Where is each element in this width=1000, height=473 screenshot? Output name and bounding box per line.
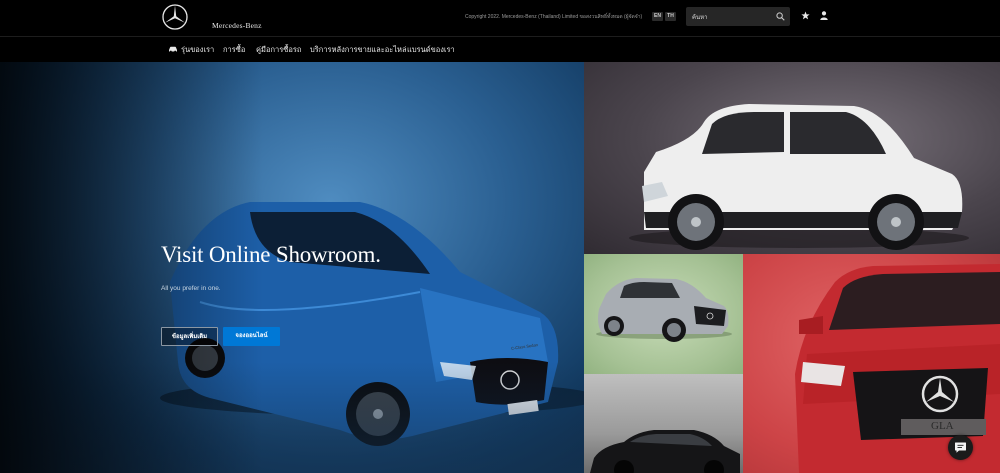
car-icon bbox=[169, 46, 177, 53]
white-suv-image bbox=[629, 104, 969, 250]
language-en[interactable]: EN bbox=[652, 12, 663, 21]
black-sedan-image bbox=[590, 430, 740, 473]
nav-our-brand[interactable]: แบรนด์ของเรา bbox=[407, 44, 455, 56]
user-icon[interactable] bbox=[820, 11, 828, 20]
silver-suv-image bbox=[596, 278, 732, 342]
hero-subtitle: All you prefer in one. bbox=[161, 285, 221, 292]
nav-after-sales[interactable]: บริการหลังการขายและอะไหล่ bbox=[310, 44, 407, 56]
tile-silver-suv[interactable] bbox=[584, 254, 743, 374]
book-online-button[interactable]: จองออนไลน์ bbox=[223, 327, 280, 346]
red-suv-plate: GLA bbox=[931, 420, 954, 432]
nav-buying-guide[interactable]: คู่มือการซื้อรถ bbox=[256, 44, 301, 56]
mercedes-star-logo[interactable] bbox=[162, 4, 188, 30]
tile-white-suv[interactable] bbox=[584, 62, 1000, 254]
hero-title: Visit Online Showroom. bbox=[161, 242, 381, 267]
brand-wordmark[interactable]: Mercedes-Benz bbox=[212, 21, 262, 30]
copyright-text: Copyright 2022. Mercedes-Benz (Thailand)… bbox=[465, 14, 643, 20]
language-th[interactable]: TH bbox=[665, 12, 676, 21]
nav-our-models[interactable]: รุ่นของเรา bbox=[181, 44, 214, 56]
star-icon[interactable] bbox=[801, 11, 810, 20]
more-info-button[interactable]: ข้อมูลเพิ่มเติม bbox=[161, 327, 218, 346]
search-icon[interactable] bbox=[776, 12, 785, 21]
tile-black-sedan[interactable] bbox=[584, 374, 743, 473]
main-nav bbox=[0, 36, 1000, 62]
chat-bubble-icon[interactable] bbox=[954, 441, 967, 454]
nav-purchase[interactable]: การซื้อ bbox=[223, 44, 245, 56]
search-placeholder: ค้นหา bbox=[692, 15, 708, 21]
